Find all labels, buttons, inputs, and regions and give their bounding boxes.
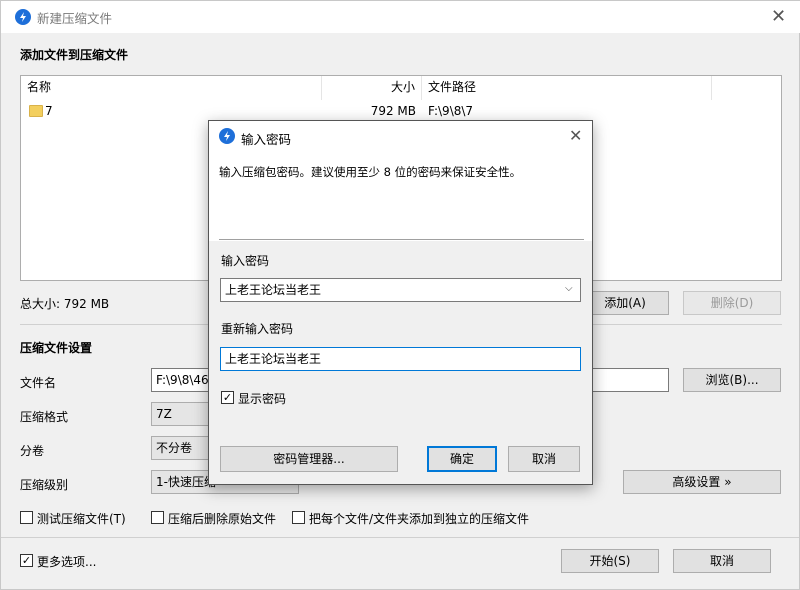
row-name: 7 [45, 104, 53, 118]
browse-button[interactable]: 浏览(B)... [683, 368, 781, 392]
app-logo-icon [15, 9, 31, 25]
window-title: 新建压缩文件 [37, 11, 113, 26]
password-dialog: 输入密码 ✕ 输入压缩包密码。建议使用至少 8 位的密码来保证安全性。 输入密码… [208, 120, 593, 485]
dialog-description: 输入压缩包密码。建议使用至少 8 位的密码来保证安全性。 [219, 165, 522, 179]
password-input[interactable]: 上老王论坛当老王 [220, 278, 581, 302]
app-logo-icon [219, 128, 235, 144]
more-options-label: 更多选项... [37, 555, 97, 569]
total-size: 总大小: 792 MB [20, 297, 110, 311]
ok-button[interactable]: 确定 [427, 446, 497, 472]
row-size: 792 MB [370, 104, 416, 118]
start-button[interactable]: 开始(S) [561, 549, 659, 573]
close-icon[interactable]: ✕ [771, 8, 786, 26]
dialog-description-area: 输入压缩包密码。建议使用至少 8 位的密码来保证安全性。 [209, 151, 592, 241]
dialog-title-bar: 输入密码 ✕ [209, 121, 592, 151]
separate-archives-checkbox[interactable] [292, 511, 305, 524]
format-label: 压缩格式 [20, 410, 69, 424]
test-archive-label: 测试压缩文件(T) [37, 512, 126, 526]
delete-after-label: 压缩后删除原始文件 [168, 512, 277, 526]
dialog-close-icon[interactable]: ✕ [569, 127, 582, 145]
filename-label: 文件名 [20, 376, 57, 390]
add-button[interactable]: 添加(A) [581, 291, 669, 315]
chevron-down-icon[interactable]: ⌵ [565, 283, 573, 294]
divider [1, 537, 799, 538]
title-bar: 新建压缩文件 ✕ [1, 1, 800, 33]
test-archive-checkbox[interactable] [20, 511, 33, 524]
settings-title: 压缩文件设置 [20, 341, 93, 355]
cancel-button[interactable]: 取消 [673, 549, 771, 573]
dialog-title: 输入密码 [241, 132, 292, 147]
delete-after-checkbox[interactable] [151, 511, 164, 524]
show-password-label: 显示密码 [238, 392, 287, 406]
more-options-checkbox[interactable]: ✓ [20, 554, 33, 567]
confirm-password-label: 重新输入密码 [221, 322, 294, 336]
delete-button[interactable]: 删除(D) [683, 291, 781, 315]
advanced-settings-button[interactable]: 高级设置 » [623, 470, 781, 494]
column-header-size[interactable]: 大小 [322, 76, 422, 100]
separate-archives-label: 把每个文件/文件夹添加到独立的压缩文件 [309, 512, 530, 526]
table-row[interactable]: 7 792 MB F:\9\8\7 [21, 100, 781, 122]
level-label: 压缩级别 [20, 478, 69, 492]
split-label: 分卷 [20, 444, 45, 458]
confirm-password-input[interactable]: 上老王论坛当老王 [220, 347, 581, 371]
password-manager-button[interactable]: 密码管理器... [220, 446, 398, 472]
folder-icon [29, 105, 43, 117]
password-label: 输入密码 [221, 254, 270, 268]
add-files-title: 添加文件到压缩文件 [20, 48, 129, 62]
dialog-cancel-button[interactable]: 取消 [508, 446, 580, 472]
column-header-path[interactable]: 文件路径 [422, 76, 712, 100]
row-path: F:\9\8\7 [428, 104, 474, 118]
show-password-checkbox[interactable]: ✓ [221, 391, 234, 404]
column-header-name[interactable]: 名称 [21, 76, 322, 100]
divider [219, 239, 584, 240]
